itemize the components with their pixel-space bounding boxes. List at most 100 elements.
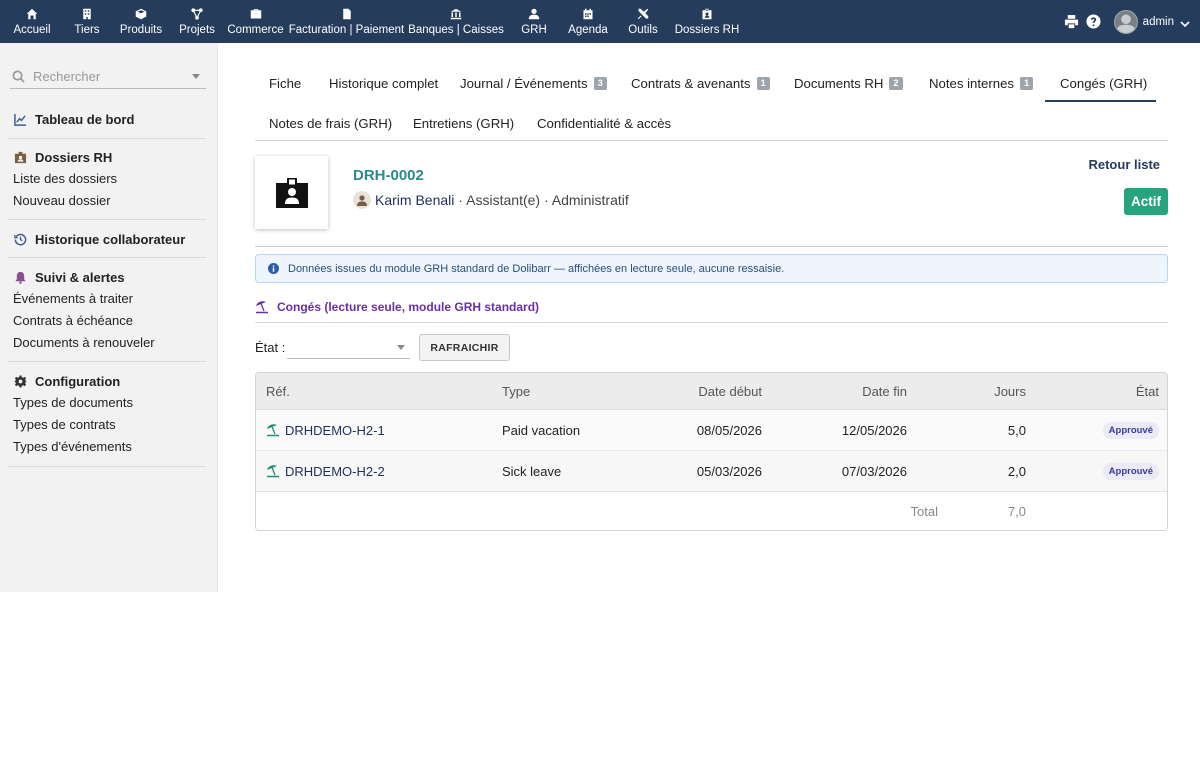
conges-table: Réf. Type Date début Date fin Jours État… [255, 372, 1168, 531]
total-label: Total [910, 503, 938, 519]
ref-cell: DRHDEMO-H2-2 [266, 451, 385, 491]
nav-outils[interactable]: Outils [626, 0, 660, 43]
help-icon[interactable] [1086, 14, 1102, 30]
col-header-etat[interactable]: État [1076, 373, 1159, 409]
date-fin-cell: 07/03/2026 [841, 463, 907, 479]
nav-agenda[interactable]: Agenda [566, 0, 610, 43]
tab-label: Journal / Événements [460, 76, 588, 91]
sidebar-config-head[interactable]: Configuration [0, 370, 206, 392]
sidebar-dashboard[interactable]: Tableau de bord [0, 108, 206, 130]
user-avatar[interactable] [1113, 9, 1138, 34]
count-badge: 3 [593, 77, 607, 90]
etat-filter-select[interactable] [287, 336, 410, 359]
avatar [353, 191, 371, 209]
tab-documents[interactable]: Documents RH 2 [794, 76, 903, 91]
sidebar-divider [8, 466, 206, 467]
tab-confidentialite[interactable]: Confidentialité & accès [537, 116, 671, 131]
tab-historique[interactable]: Historique complet [329, 76, 438, 91]
nav-label: Accueil [13, 24, 51, 36]
tab-label: Notes de frais (GRH) [269, 116, 393, 131]
sidebar-item-types-documents[interactable]: Types de documents [0, 392, 206, 414]
sidebar-item-nouveau-dossier[interactable]: Nouveau dossier [0, 190, 206, 212]
invoice-icon [342, 8, 351, 20]
top-right-tools: admin [1064, 0, 1200, 43]
etat-cell: Approuvé [1076, 451, 1159, 491]
history-icon [14, 233, 27, 245]
project-icon [191, 8, 203, 20]
col-header-type[interactable]: Type [502, 373, 530, 409]
tab-entretiens[interactable]: Entretiens (GRH) [413, 116, 514, 131]
tab-fiche[interactable]: Fiche [269, 76, 301, 91]
sidebar-historique-label: Historique collaborateur [35, 231, 186, 247]
left-sidebar: Tableau de bord Dossiers RH Liste des do… [0, 43, 218, 592]
home-icon [26, 8, 38, 20]
tab-notes-frais[interactable]: Notes de frais (GRH) [269, 116, 392, 131]
caret-down-icon [397, 345, 405, 350]
ref-text: DRHDEMO-H2-1 [285, 422, 385, 438]
nav-label: Outils [628, 24, 658, 36]
nav-produits[interactable]: Produits [117, 0, 165, 43]
sidebar-suivi: Suivi & alertes Événements à traiter Con… [0, 266, 206, 354]
nav-dossiers-rh[interactable]: Dossiers RH [674, 0, 740, 43]
nav-label: Dossiers RH [674, 24, 740, 36]
nav-accueil[interactable]: Accueil [9, 0, 55, 43]
ref-link[interactable]: DRHDEMO-H2-2 [266, 464, 385, 479]
employee-name-link[interactable]: Karim Benali [375, 192, 454, 208]
id-badge-icon [275, 177, 308, 208]
sidebar-item-types-evenements[interactable]: Types d'événements [0, 436, 206, 458]
sidebar-divider [8, 219, 206, 220]
nav-label: Tiers [74, 24, 100, 36]
tab-journal[interactable]: Journal / Événements 3 [460, 76, 607, 91]
back-to-list-link[interactable]: Retour liste [1088, 157, 1160, 172]
nav-projets[interactable]: Projets [176, 0, 218, 43]
nav-label: GRH [521, 24, 547, 36]
col-header-date-debut[interactable]: Date début [661, 373, 762, 409]
tab-label: Historique complet [329, 76, 439, 91]
count-badge: 2 [889, 77, 903, 90]
ref-cell: DRHDEMO-H2-1 [266, 410, 385, 450]
tab-notes[interactable]: Notes internes 1 [929, 76, 1034, 91]
sidebar-item-types-contrats[interactable]: Types de contrats [0, 414, 206, 436]
sidebar-suivi-head[interactable]: Suivi & alertes [0, 266, 206, 288]
chevron-down-icon[interactable] [1180, 17, 1190, 27]
sidebar-historique[interactable]: Historique collaborateur [0, 228, 206, 250]
col-header-jours[interactable]: Jours [956, 373, 1026, 409]
count-badge: 1 [756, 77, 770, 90]
info-message-text: Données issues du module GRH standard de… [288, 262, 785, 275]
user-name[interactable]: admin [1143, 16, 1174, 28]
sidebar-item-evenements[interactable]: Événements à traiter [0, 288, 206, 310]
col-header-date-fin[interactable]: Date fin [806, 373, 907, 409]
dossier-ref[interactable]: DRH-0002 [353, 167, 424, 184]
nav-grh[interactable]: GRH [518, 0, 550, 43]
search-input[interactable] [33, 69, 183, 84]
sidebar-item-documents-renouveler[interactable]: Documents à renouveler [0, 332, 206, 354]
sidebar-dossiers: Dossiers RH Liste des dossiers Nouveau d… [0, 146, 206, 212]
tab-contrats[interactable]: Contrats & avenants 1 [631, 76, 770, 91]
info-icon [268, 263, 279, 274]
nav-label: Projets [179, 24, 215, 36]
date-debut-cell: 05/03/2026 [696, 463, 762, 479]
tab-label: Congés (GRH) [1060, 76, 1148, 91]
dossier-photo [255, 156, 328, 229]
nav-banques[interactable]: Banques | Caisses [408, 0, 504, 43]
nav-tiers[interactable]: Tiers [70, 0, 104, 43]
nav-facturation[interactable]: Facturation | Paiement [289, 0, 404, 43]
employee-position: · Assistant(e) · Administratif [458, 192, 629, 208]
print-icon[interactable] [1064, 14, 1080, 30]
tools-icon [637, 8, 649, 20]
ref-link[interactable]: DRHDEMO-H2-1 [266, 423, 385, 438]
total-value: 7,0 [1007, 503, 1026, 519]
tab-label: Contrats & avenants [631, 76, 751, 91]
sidebar-item-liste-dossiers[interactable]: Liste des dossiers [0, 168, 206, 190]
etat-cell: Approuvé [1076, 410, 1159, 450]
section-title-text: Congés (lecture seule, module GRH standa… [277, 300, 540, 314]
sidebar-item-contrats-echeance[interactable]: Contrats à échéance [0, 310, 206, 332]
refresh-button[interactable]: RAFRAICHIR [419, 334, 510, 361]
caret-down-icon[interactable] [192, 74, 200, 79]
col-header-ref[interactable]: Réf. [266, 373, 290, 409]
search-box[interactable] [10, 65, 206, 89]
sidebar-divider [8, 361, 206, 362]
sidebar-dossiers-head[interactable]: Dossiers RH [0, 146, 206, 168]
tab-conges[interactable]: Congés (GRH) [1060, 76, 1147, 91]
nav-commerce[interactable]: Commerce [227, 0, 284, 43]
